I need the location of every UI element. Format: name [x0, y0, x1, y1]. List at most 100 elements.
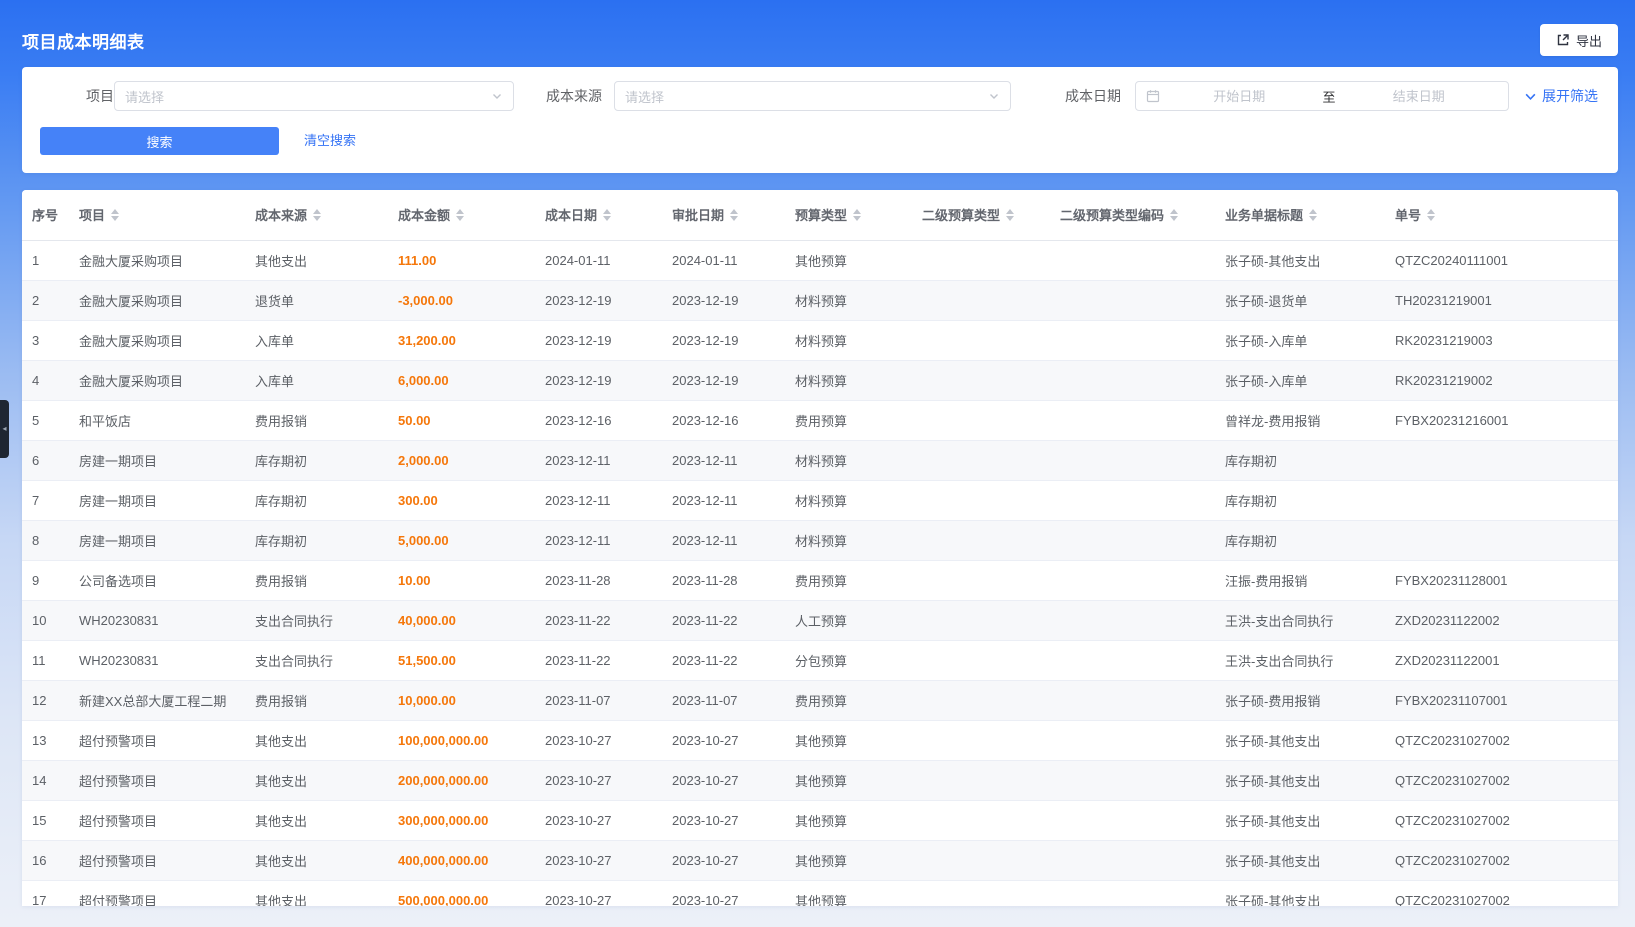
table-cell: 2023-12-19: [535, 320, 662, 360]
table-cell: 10: [22, 600, 69, 640]
table-cell: 张子硕-其他支出: [1215, 840, 1385, 880]
table-cell: 2023-12-19: [535, 360, 662, 400]
table-cell: 2023-11-07: [535, 680, 662, 720]
column-header[interactable]: 审批日期: [662, 190, 785, 240]
table-cell: 费用预算: [785, 680, 912, 720]
table-cell: ZXD20231122002: [1385, 600, 1618, 640]
sort-icon[interactable]: [853, 209, 861, 221]
column-header[interactable]: 成本金额: [388, 190, 535, 240]
table-cell: 2023-12-19: [662, 280, 785, 320]
table-cell: 库存期初: [1215, 520, 1385, 560]
expand-filters-label: 展开筛选: [1542, 86, 1598, 106]
table-cell: 材料预算: [785, 440, 912, 480]
table-cell: 111.00: [388, 240, 535, 280]
table-cell: [1385, 440, 1618, 480]
search-button[interactable]: 搜索: [40, 127, 279, 155]
table-cell: 库存期初: [1215, 480, 1385, 520]
table-cell: [912, 680, 1050, 720]
table-cell: 300.00: [388, 480, 535, 520]
start-date-input[interactable]: [1160, 89, 1319, 104]
table-cell: 材料预算: [785, 480, 912, 520]
end-date-input[interactable]: [1340, 89, 1499, 104]
table-cell: 4: [22, 360, 69, 400]
sort-icon[interactable]: [1170, 209, 1178, 221]
table-cell: 1: [22, 240, 69, 280]
table-cell: [912, 560, 1050, 600]
table-cell: 其他预算: [785, 760, 912, 800]
sort-icon[interactable]: [313, 209, 321, 221]
cost-date-range-picker[interactable]: 至: [1135, 81, 1509, 111]
sort-icon[interactable]: [603, 209, 611, 221]
table-row: 8房建一期项目库存期初5,000.002023-12-112023-12-11材…: [22, 520, 1618, 560]
table-cell: 其他预算: [785, 800, 912, 840]
column-header[interactable]: 二级预算类型: [912, 190, 1050, 240]
table-row: 4金融大厦采购项目入库单6,000.002023-12-192023-12-19…: [22, 360, 1618, 400]
table-cell: 库存期初: [245, 440, 388, 480]
sort-icon[interactable]: [111, 209, 119, 221]
table-cell: 材料预算: [785, 520, 912, 560]
table-cell: [912, 240, 1050, 280]
table-row: 7房建一期项目库存期初300.002023-12-112023-12-11材料预…: [22, 480, 1618, 520]
table-cell: 张子硕-退货单: [1215, 280, 1385, 320]
table-cell: [1050, 320, 1215, 360]
sort-icon[interactable]: [1006, 209, 1014, 221]
table-cell: 金融大厦采购项目: [69, 320, 245, 360]
column-header[interactable]: 二级预算类型编码: [1050, 190, 1215, 240]
column-header[interactable]: 单号: [1385, 190, 1618, 240]
column-header[interactable]: 成本日期: [535, 190, 662, 240]
table-cell: FYBX20231128001: [1385, 560, 1618, 600]
clear-search-link[interactable]: 清空搜索: [304, 127, 356, 155]
page-title: 项目成本明细表: [22, 28, 145, 53]
table-cell: [1050, 680, 1215, 720]
column-header-label: 二级预算类型: [922, 205, 1000, 224]
project-filter-label: 项目: [42, 81, 114, 111]
expand-filters-link[interactable]: 展开筛选: [1524, 81, 1598, 111]
table-cell: 王洪-支出合同执行: [1215, 640, 1385, 680]
table-row: 9公司备选项目费用报销10.002023-11-282023-11-28费用预算…: [22, 560, 1618, 600]
table-cell: 张子硕-其他支出: [1215, 720, 1385, 760]
table-cell: [1050, 840, 1215, 880]
table-cell: WH20230831: [69, 600, 245, 640]
table-cell: 2023-11-28: [535, 560, 662, 600]
table-cell: 材料预算: [785, 360, 912, 400]
table-cell: 2023-12-19: [662, 360, 785, 400]
table-cell: 其他支出: [245, 880, 388, 906]
table-cell: [1050, 600, 1215, 640]
table-cell: TH20231219001: [1385, 280, 1618, 320]
table-cell: 超付预警项目: [69, 840, 245, 880]
column-header: 序号: [22, 190, 69, 240]
table-cell: [1050, 720, 1215, 760]
table-cell: 2: [22, 280, 69, 320]
table-cell: 300,000,000.00: [388, 800, 535, 840]
table-cell: 超付预警项目: [69, 760, 245, 800]
sidebar-collapse-handle[interactable]: ◂: [0, 400, 9, 458]
sort-icon[interactable]: [456, 209, 464, 221]
table-cell: 支出合同执行: [245, 640, 388, 680]
export-button[interactable]: 导出: [1540, 24, 1618, 56]
column-header[interactable]: 项目: [69, 190, 245, 240]
table-row: 3金融大厦采购项目入库单31,200.002023-12-192023-12-1…: [22, 320, 1618, 360]
column-header-label: 成本来源: [255, 205, 307, 224]
table-cell: 2023-11-22: [535, 640, 662, 680]
table-cell: 库存期初: [245, 480, 388, 520]
table-cell: 2023-12-16: [535, 400, 662, 440]
column-header-label: 业务单据标题: [1225, 205, 1303, 224]
sort-icon[interactable]: [1309, 209, 1317, 221]
table-cell: [1050, 280, 1215, 320]
table-cell: 5,000.00: [388, 520, 535, 560]
table-cell: QTZC20231027002: [1385, 800, 1618, 840]
column-header[interactable]: 预算类型: [785, 190, 912, 240]
column-header[interactable]: 成本来源: [245, 190, 388, 240]
sort-icon[interactable]: [730, 209, 738, 221]
cost-date-filter-label: 成本日期: [1065, 81, 1121, 111]
cost-source-select[interactable]: 请选择: [614, 81, 1011, 111]
table-cell: 张子硕-入库单: [1215, 360, 1385, 400]
sort-icon[interactable]: [1427, 209, 1435, 221]
table-cell: [1050, 560, 1215, 600]
column-header[interactable]: 业务单据标题: [1215, 190, 1385, 240]
project-select[interactable]: 请选择: [114, 81, 514, 111]
table-row: 1金融大厦采购项目其他支出111.002024-01-112024-01-11其…: [22, 240, 1618, 280]
filter-panel: 项目 请选择 成本来源 请选择 成本日期 至 展开筛选 搜索 清空搜索: [22, 67, 1618, 173]
table-cell: 3: [22, 320, 69, 360]
table-cell: 2023-10-27: [662, 800, 785, 840]
